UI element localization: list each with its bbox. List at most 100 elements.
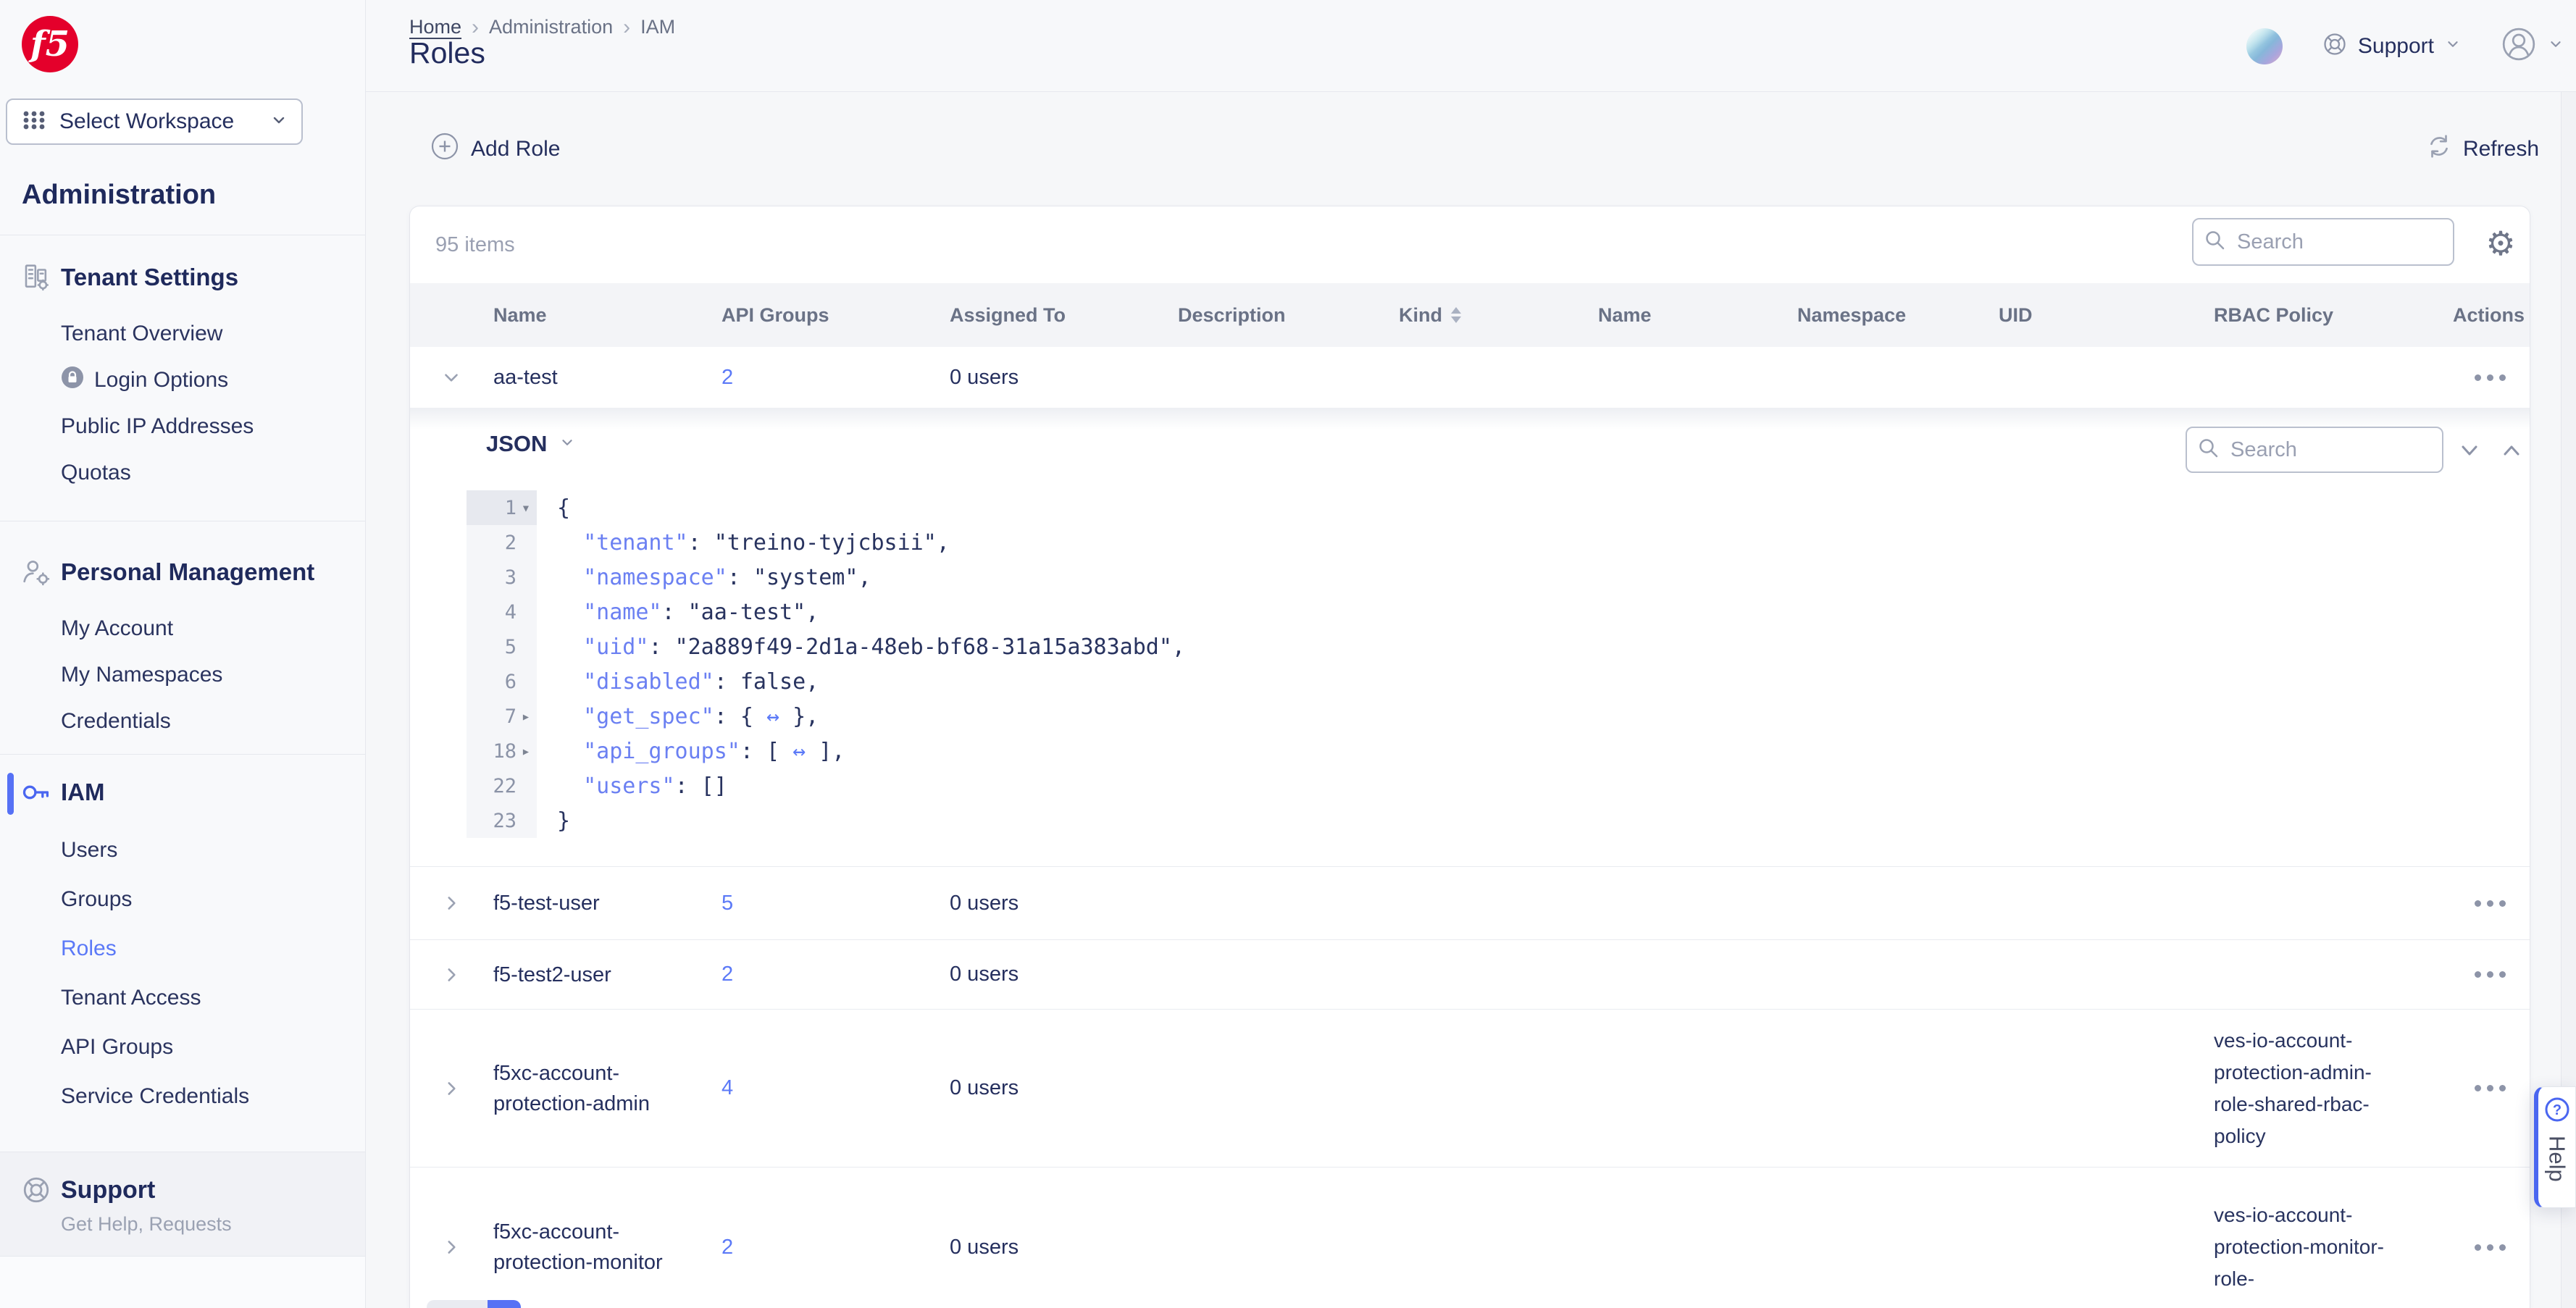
row-actions-button[interactable] — [2472, 1237, 2509, 1258]
line-number: 2 — [505, 532, 517, 554]
add-role-button[interactable]: Add Role — [430, 92, 560, 206]
expand-row-icon[interactable] — [440, 1236, 462, 1258]
sidebar-item-login-options[interactable]: Login Options — [0, 357, 365, 403]
role-name: f5xc-account-protection-monitor — [493, 1217, 674, 1278]
json-search-input[interactable] — [2229, 437, 2432, 463]
sidebar-item-credentials[interactable]: Credentials — [0, 698, 365, 745]
row-actions-button[interactable] — [2472, 964, 2509, 985]
sidebar-section-tenant-settings[interactable]: Tenant Settings — [0, 261, 365, 293]
bottom-partial-scrollbar[interactable] — [427, 1300, 521, 1308]
support-menu-label: Support — [2358, 34, 2434, 59]
sidebar-item-service-credentials[interactable]: Service Credentials — [0, 1072, 365, 1121]
sidebar-item-my-namespaces[interactable]: My Namespaces — [0, 652, 365, 698]
sidebar-item-roles[interactable]: Roles — [0, 924, 365, 973]
lock-icon — [61, 366, 84, 395]
api-groups-count-link[interactable]: 5 — [722, 892, 733, 915]
column-header-name-2[interactable]: Name — [1598, 304, 1797, 327]
table-row: aa-test20 users — [410, 347, 2530, 408]
column-header-label: Kind — [1399, 304, 1442, 327]
page-title: Roles — [409, 36, 485, 70]
refresh-icon — [2425, 133, 2453, 166]
help-tab-button[interactable]: ? Help — [2534, 1086, 2576, 1208]
sidebar-item-tenant-overview[interactable]: Tenant Overview — [0, 311, 365, 357]
fold-open-icon[interactable]: ▾ — [517, 499, 535, 516]
column-header-namespace[interactable]: Namespace — [1797, 304, 1999, 327]
scrollbar-thumb[interactable] — [488, 1300, 521, 1308]
sidebar-section-personal-management[interactable]: Personal Management — [0, 556, 365, 588]
sidebar-section-iam[interactable]: IAM — [0, 776, 365, 808]
question-circle-icon: ? — [2543, 1096, 2571, 1127]
column-header-kind[interactable]: Kind — [1399, 304, 1598, 327]
api-groups-count-link[interactable]: 2 — [722, 963, 733, 986]
sidebar-item-groups[interactable]: Groups — [0, 875, 365, 924]
json-search — [2186, 427, 2443, 473]
gear-icon[interactable]: ⚙ — [2477, 217, 2524, 270]
sidebar-item-tenant-access[interactable]: Tenant Access — [0, 973, 365, 1023]
row-actions-button[interactable] — [2472, 893, 2509, 914]
role-name: f5-test2-user — [493, 960, 611, 990]
api-groups-count-link[interactable]: 2 — [722, 1236, 733, 1259]
json-line: 18▸ "api_groups": [ ↔ ], — [410, 734, 2530, 768]
column-header-assigned-to[interactable]: Assigned To — [950, 304, 1178, 327]
rbac-policy: ves-io-account-protection-monitor-role- — [2214, 1199, 2388, 1295]
account-menu[interactable] — [2501, 26, 2564, 66]
sort-icon[interactable] — [1451, 307, 1461, 323]
column-header-rbac-policy[interactable]: RBAC Policy — [2214, 304, 2453, 327]
json-code-text: "namespace": "system", — [557, 565, 871, 590]
refresh-button[interactable]: Refresh — [2425, 92, 2539, 206]
assistant-sphere-button[interactable] — [2246, 28, 2283, 64]
column-header-uid[interactable]: UID — [1999, 304, 2214, 327]
sidebar-item-label: Groups — [61, 887, 132, 912]
line-number: 3 — [505, 566, 517, 589]
search-icon — [2204, 229, 2227, 256]
json-line: 1▾{ — [410, 490, 2530, 525]
table-row: f5-test2-user20 users — [410, 939, 2530, 1009]
column-header-label: Actions — [2453, 304, 2525, 327]
scrollbar-track — [427, 1300, 488, 1308]
user-gear-icon — [20, 556, 52, 588]
assigned-to: 0 users — [950, 1076, 1019, 1099]
expand-row-icon[interactable] — [440, 1078, 462, 1099]
expand-row-icon[interactable] — [440, 964, 462, 986]
sidebar-item-api-groups[interactable]: API Groups — [0, 1023, 365, 1072]
json-mode-dropdown[interactable]: JSON — [486, 431, 576, 457]
sidebar-item-quotas[interactable]: Quotas — [0, 450, 365, 496]
sidebar-item-label: Tenant Overview — [61, 322, 222, 346]
line-number: 1 — [505, 497, 517, 519]
column-header-label: Name — [1598, 304, 1652, 327]
sidebar-item-users[interactable]: Users — [0, 826, 365, 875]
row-actions-button[interactable] — [2472, 1078, 2509, 1099]
column-header-label: Namespace — [1797, 304, 1906, 327]
row-actions-button[interactable] — [2472, 367, 2509, 388]
line-number: 18 — [493, 740, 517, 763]
next-match-button[interactable] — [2454, 435, 2485, 466]
breadcrumb-item-home[interactable]: Home — [409, 16, 461, 38]
json-line: 7▸ "get_spec": { ↔ }, — [410, 699, 2530, 734]
column-header-description[interactable]: Description — [1178, 304, 1399, 327]
workspace-selector[interactable]: Select Workspace — [6, 98, 303, 145]
sidebar-item-support[interactable]: Support Get Help, Requests — [0, 1152, 365, 1257]
sidebar: f5 Select Workspace Administration Tenan… — [0, 0, 366, 1308]
api-groups-count-link[interactable]: 4 — [722, 1076, 733, 1099]
sidebar-item-label: Public IP Addresses — [61, 414, 254, 439]
column-header-api-groups[interactable]: API Groups — [722, 304, 950, 327]
fold-closed-icon[interactable]: ▸ — [517, 742, 535, 760]
table-search-input[interactable] — [2236, 230, 2443, 255]
sidebar-item-my-account[interactable]: My Account — [0, 605, 365, 652]
column-header-name[interactable]: Name — [493, 304, 722, 327]
support-menu[interactable]: Support — [2322, 31, 2462, 61]
column-header-actions[interactable]: Actions — [2453, 304, 2530, 327]
rbac-policy: ves-io-account-protection-admin-role-sha… — [2214, 1025, 2388, 1152]
fold-closed-icon[interactable]: ▸ — [517, 708, 535, 725]
column-header-label: Description — [1178, 304, 1286, 327]
previous-match-button[interactable] — [2496, 435, 2527, 466]
table-row: f5xc-account-protection-admin40 usersves… — [410, 1009, 2530, 1167]
expand-row-icon[interactable] — [440, 892, 462, 914]
breadcrumb-separator-icon: › — [623, 17, 630, 38]
table-header-row: NameAPI GroupsAssigned ToDescriptionKind… — [410, 283, 2530, 347]
collapse-row-icon[interactable] — [440, 366, 462, 388]
role-name: f5-test-user — [493, 888, 600, 918]
api-groups-count-link[interactable]: 2 — [722, 366, 733, 389]
sidebar-item-public-ip-addresses[interactable]: Public IP Addresses — [0, 403, 365, 450]
sidebar-item-label: Roles — [61, 936, 117, 961]
